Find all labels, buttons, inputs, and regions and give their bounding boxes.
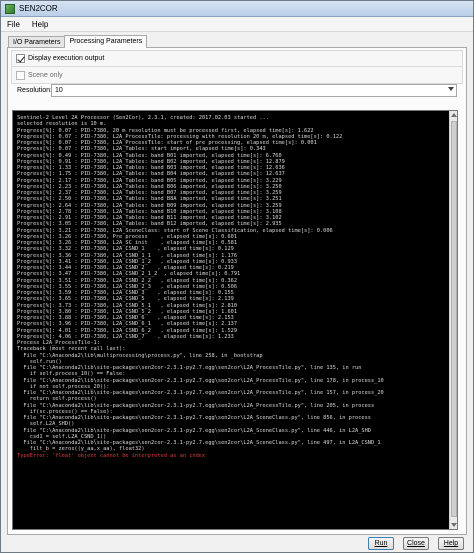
window-title: SEN2COR (19, 4, 58, 13)
help-button[interactable]: Help (438, 537, 464, 550)
sen2cor-window: SEN2COR File Help I/O Parameters Process… (0, 0, 474, 553)
display-output-label: Display execution output (28, 55, 105, 62)
scene-only-label: Scene only (28, 71, 63, 79)
scene-only-checkbox[interactable] (16, 70, 25, 80)
run-button[interactable]: Run (368, 537, 394, 550)
close-button[interactable]: Close (403, 537, 429, 550)
menu-help[interactable]: Help (26, 20, 54, 29)
execution-output-console[interactable]: Sentinel-2 Level 2A Processor (Sen2Cor),… (12, 110, 458, 530)
console-scrollbar[interactable] (449, 111, 457, 529)
resolution-label: Resolution: (17, 86, 53, 94)
app-icon (5, 3, 15, 14)
dialog-buttons: Run Close Help (1, 535, 473, 552)
scroll-down-icon[interactable] (451, 523, 457, 527)
menu-bar: File Help (1, 17, 473, 32)
resolution-value: 10 (55, 86, 63, 94)
scrollbar-thumb[interactable] (451, 121, 457, 517)
display-output-row: Display execution output (11, 50, 463, 67)
title-bar: SEN2COR (1, 1, 473, 17)
resolution-row: Resolution: 10 (11, 82, 463, 98)
resolution-select[interactable]: 10 (51, 83, 457, 97)
chevron-down-icon (448, 86, 454, 91)
processing-parameters-panel: Display execution output Scene only Reso… (7, 47, 467, 535)
scroll-up-icon[interactable] (451, 113, 457, 117)
console-output-text: Sentinel-2 Level 2A Processor (Sen2Cor),… (17, 115, 453, 459)
tab-processing-parameters[interactable]: Processing Parameters (64, 35, 148, 48)
console-error-line: TypeError: 'float' object cannot be inte… (17, 452, 206, 459)
display-output-checkbox[interactable] (16, 54, 25, 63)
menu-file[interactable]: File (1, 20, 26, 29)
